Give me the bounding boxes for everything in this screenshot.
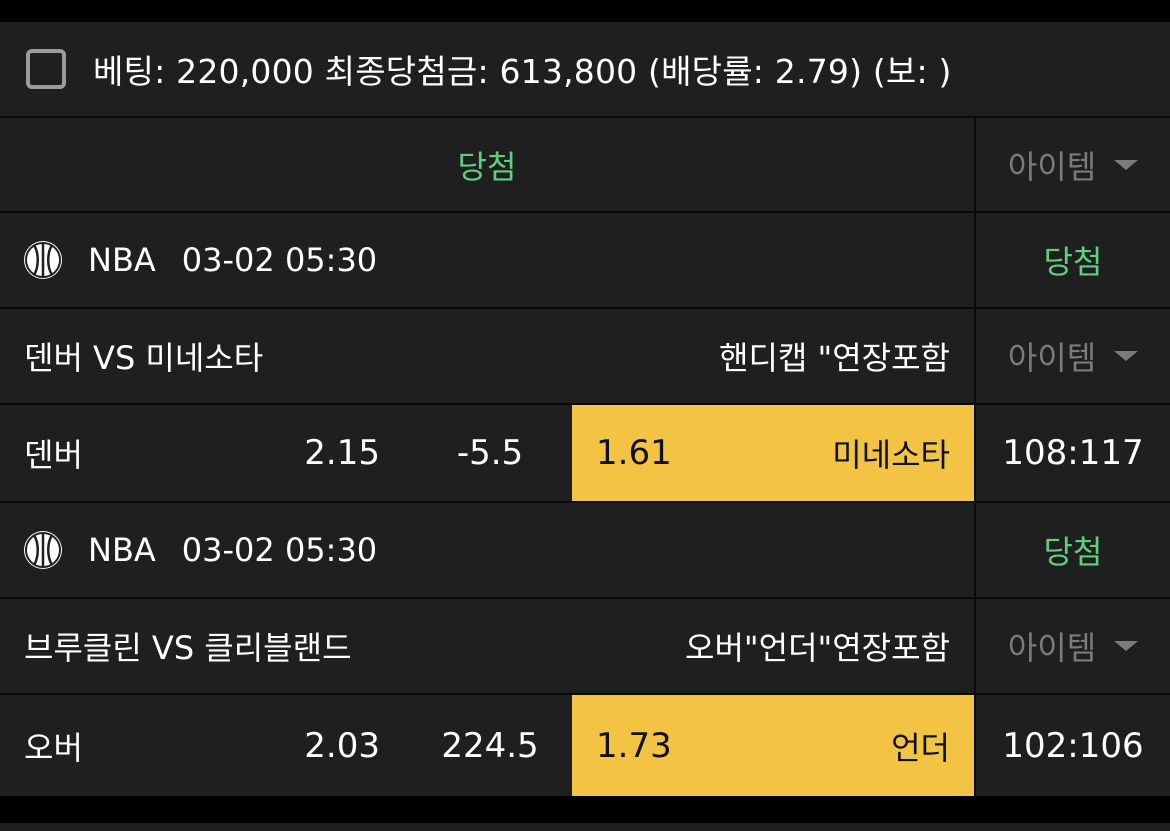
overall-result: 당첨 bbox=[457, 147, 517, 186]
home-odds: 2.03 bbox=[304, 725, 380, 766]
matchup-row: 덴버 VS 미네소타 핸디캡 "연장포함 아이템 bbox=[0, 309, 1170, 403]
final-score: 108:117 bbox=[1002, 433, 1144, 473]
item-dropdown-label: 아이템 bbox=[1007, 147, 1097, 186]
line-value: 224.5 bbox=[441, 725, 539, 766]
away-pick-selected[interactable]: 1.61 미네소타 bbox=[572, 405, 974, 501]
home-pick[interactable]: 오버 bbox=[24, 695, 224, 796]
away-odds: 1.73 bbox=[596, 725, 672, 766]
away-pick-selected[interactable]: 1.73 언더 bbox=[572, 695, 974, 796]
final-score: 102:106 bbox=[1002, 725, 1144, 766]
odds-row: 덴버 2.15 -5.5 1.61 미네소타 108:117 bbox=[0, 405, 1170, 501]
bet-summary-header: 베팅: 220,000 최종당첨금: 613,800 (배당률: 2.79) (… bbox=[0, 22, 1170, 116]
home-team: 덴버 bbox=[24, 436, 83, 474]
away-team: 미네소타 bbox=[832, 436, 950, 474]
away-team: 언더 bbox=[891, 728, 950, 767]
away-odds: 1.61 bbox=[596, 433, 672, 473]
line-value: -5.5 bbox=[456, 433, 524, 473]
caret-down-icon bbox=[1114, 159, 1139, 170]
game-datetime: 03-02 05:30 bbox=[181, 241, 378, 279]
game-header-row: NBA 03-02 05:30 당첨 bbox=[0, 213, 1170, 307]
game-result: 당첨 bbox=[1043, 533, 1103, 571]
odds-row: 오버 2.03 224.5 1.73 언더 102:106 bbox=[0, 695, 1170, 796]
league-label: NBA bbox=[88, 241, 156, 279]
item-dropdown-label: 아이템 bbox=[1007, 339, 1097, 377]
game-datetime: 03-02 05:30 bbox=[181, 531, 378, 569]
bet-summary-text: 베팅: 220,000 최종당첨금: 613,800 (배당률: 2.79) (… bbox=[93, 52, 952, 91]
bet-card: 베팅: 220,000 최종당첨금: 613,800 (배당률: 2.79) (… bbox=[0, 22, 1170, 796]
home-pick[interactable]: 덴버 bbox=[24, 405, 224, 501]
caret-down-icon bbox=[1114, 641, 1139, 651]
basketball-icon bbox=[24, 531, 62, 569]
bet-slip-page: 베팅: 220,000 최종당첨금: 613,800 (배당률: 2.79) (… bbox=[0, 0, 1170, 831]
matchup-row: 브루클린 VS 클리블랜드 오버"언더"연장포함 아이템 bbox=[0, 599, 1170, 693]
matchup-label: 브루클린 VS 클리블랜드 bbox=[24, 629, 352, 667]
market-label: 오버"언더"연장포함 bbox=[685, 629, 950, 667]
matchup-label: 덴버 VS 미네소타 bbox=[24, 339, 264, 377]
overall-result-row: 당첨 아이템 bbox=[0, 118, 1170, 211]
item-dropdown-label: 아이템 bbox=[1007, 629, 1097, 667]
league-label: NBA bbox=[88, 531, 156, 569]
market-label: 핸디캡 "연장포함 bbox=[719, 339, 950, 377]
next-card-edge bbox=[0, 823, 1170, 831]
game-header-row: NBA 03-02 05:30 당첨 bbox=[0, 503, 1170, 597]
home-team: 오버 bbox=[24, 728, 83, 767]
item-dropdown[interactable]: 아이템 bbox=[976, 599, 1170, 693]
caret-down-icon bbox=[1114, 351, 1139, 361]
select-checkbox[interactable] bbox=[26, 49, 66, 89]
basketball-icon bbox=[24, 241, 62, 279]
game-result: 당첨 bbox=[1043, 243, 1103, 281]
column-divider bbox=[974, 118, 976, 796]
home-odds: 2.15 bbox=[304, 433, 380, 473]
overall-item-dropdown[interactable]: 아이템 bbox=[976, 118, 1170, 211]
item-dropdown[interactable]: 아이템 bbox=[976, 309, 1170, 403]
